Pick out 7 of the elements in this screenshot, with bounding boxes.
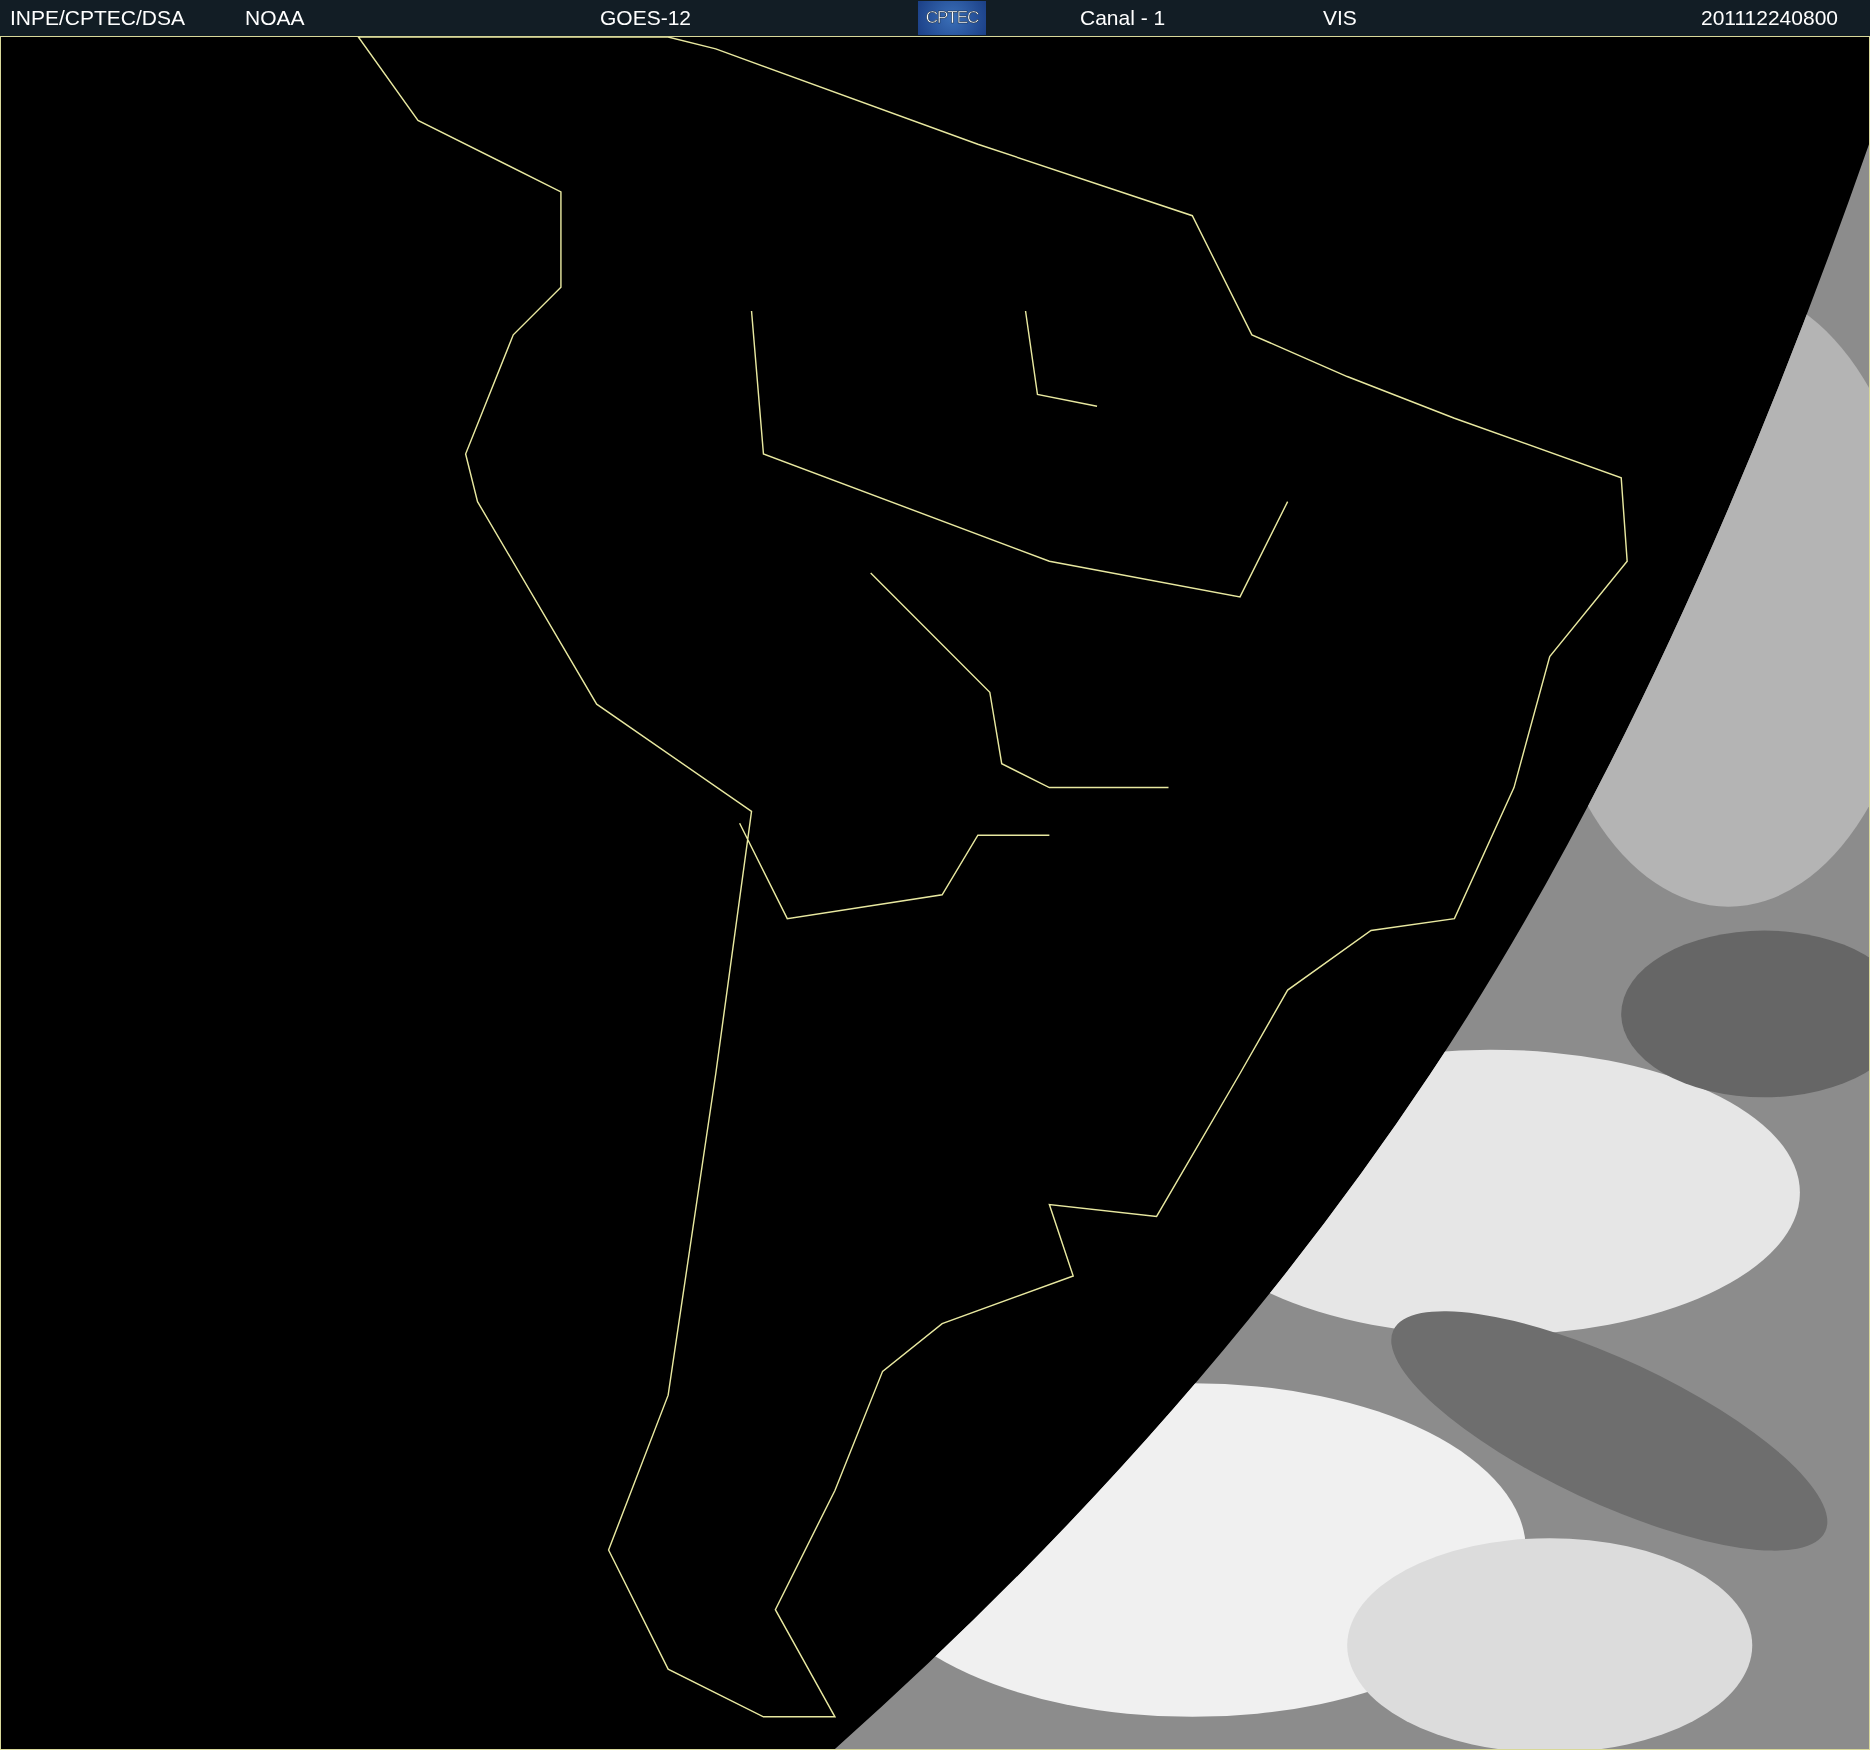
header-label: GOES-12 — [600, 6, 692, 30]
header-label: INPE/CPTEC/DSA — [10, 6, 186, 30]
header-label: VIS — [1323, 6, 1357, 30]
header-label: NOAA — [245, 6, 305, 30]
header-label: 201112240800 — [1700, 6, 1838, 30]
header-label: Canal - 1 — [1080, 6, 1166, 30]
logo: CPTEC — [918, 1, 986, 35]
